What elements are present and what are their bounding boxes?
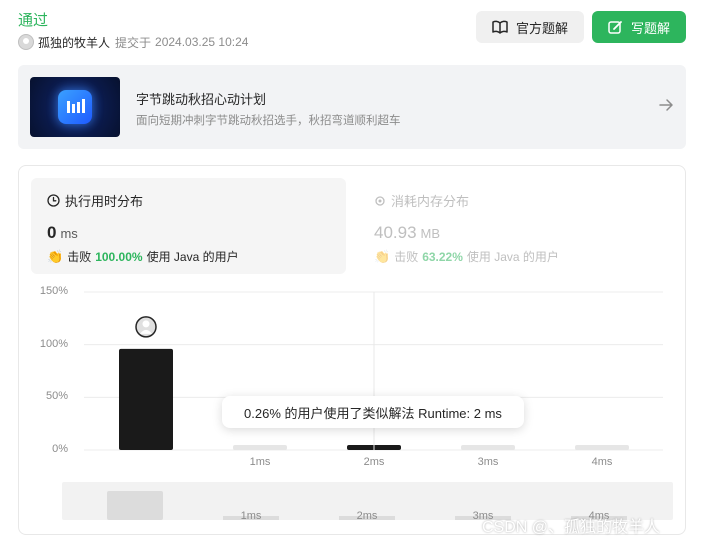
avatar[interactable] [18,34,34,50]
y-tick-label: 50% [45,390,68,403]
memory-beat: 👏 击败 63.22% 使用 Java 的用户 [374,248,559,265]
distribution-card: 执行用时分布 0 ms 👏 击败 100.00% 使用 Java 的用户 消耗内存… [18,165,686,535]
username[interactable]: 孤独的牧羊人 [38,34,110,51]
clock-icon [47,194,60,207]
runtime-unit: ms [60,226,78,241]
book-icon [492,20,508,34]
tab-memory[interactable]: 消耗内存分布 40.93 MB 👏 击败 63.22% 使用 Java 的用户 [358,178,673,274]
x-tick-label: 1ms [249,456,271,468]
x-tick-label: 3ms [477,456,499,468]
runtime-beat-suffix: 使用 Java 的用户 [146,250,239,264]
runtime-value: 0 ms [47,223,78,243]
submitted-time: 2024.03.25 10:24 [155,35,249,49]
runtime-beat: 👏 击败 100.00% 使用 Java 的用户 [47,248,239,265]
chart-tooltip: 0.26% 的用户使用了类似解法 Runtime: 2 ms [222,396,524,428]
y-tick-label: 0% [52,443,68,455]
memory-beat-label: 击败 [394,250,419,264]
write-solution-label: 写题解 [630,20,670,36]
submitted-label: 提交于 [115,35,152,50]
bytedance-logo-icon [58,90,92,124]
memory-unit: MB [420,226,441,241]
memory-number: 40.93 [374,223,417,242]
memory-tab-title: 消耗内存分布 [391,194,470,209]
minimap-label: 2ms [356,510,378,522]
clap-icon: 👏 [374,248,391,264]
tab-runtime[interactable]: 执行用时分布 0 ms 👏 击败 100.00% 使用 Java 的用户 [31,178,346,274]
memory-beat-suffix: 使用 Java 的用户 [466,250,559,264]
minimap-label: 1ms [240,510,262,522]
runtime-number: 0 [47,223,57,242]
x-tick-label: 2ms [363,456,385,468]
runtime-tab-header: 执行用时分布 [47,191,143,210]
runtime-tab-title: 执行用时分布 [65,194,144,209]
promo-banner[interactable]: 字节跳动秋招心动计划 面向短期冲刺字节跳动秋招选手，秋招弯道顺利超车 [18,65,686,149]
memory-beat-pct: 63.22% [422,249,463,264]
minimap-bar [107,491,163,520]
y-tick-label: 150% [39,285,68,297]
runtime-beat-label: 击败 [67,250,92,264]
clap-icon: 👏 [47,248,64,264]
banner-image [30,77,120,137]
official-solution-button[interactable]: 官方题解 [476,11,584,43]
write-solution-button[interactable]: 写题解 [592,11,686,43]
watermark: CSDN @、孤独的牧羊人 [482,519,661,536]
runtime-beat-pct: 100.00% [95,249,143,264]
x-tick-label: 4ms [591,456,613,468]
y-tick-label: 100% [39,337,68,350]
memory-tab-header: 消耗内存分布 [374,191,469,210]
submission-meta: 孤独的牧羊人 提交于 2024.03.25 10:24 [18,33,248,51]
memory-value: 40.93 MB [374,223,440,243]
submission-status: 通过 [18,12,49,29]
arrow-right-icon[interactable] [658,97,674,113]
banner-subtitle: 面向短期冲刺字节跳动秋招选手，秋招弯道顺利超车 [136,115,401,127]
banner-title: 字节跳动秋招心动计划 [136,92,267,107]
official-solution-label: 官方题解 [515,20,568,36]
edit-icon [608,20,622,34]
chip-icon [375,195,385,206]
